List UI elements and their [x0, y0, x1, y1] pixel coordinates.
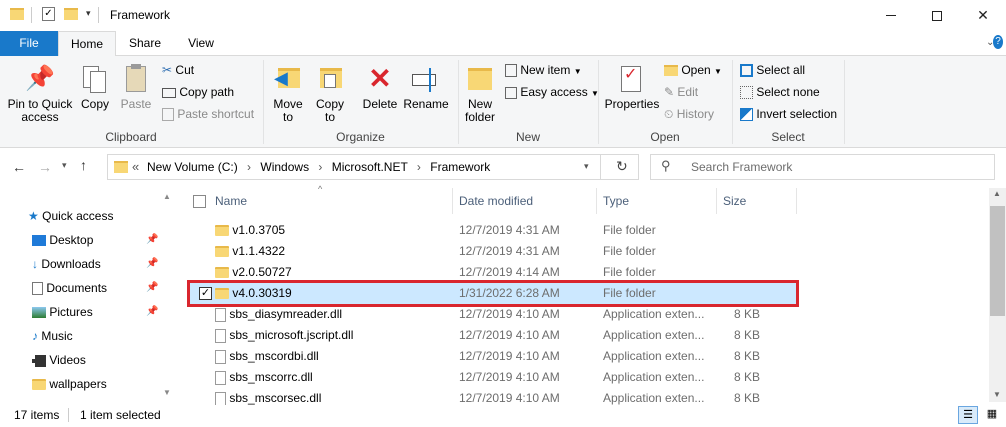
- scroll-down-icon[interactable]: ▼: [993, 390, 1001, 399]
- folder-icon: [215, 267, 229, 279]
- file-name: v4.0.30319: [232, 286, 292, 300]
- folder-icon: [215, 246, 229, 258]
- scroll-up-icon[interactable]: ▲: [993, 189, 1001, 198]
- item-count: 17 items: [14, 408, 60, 422]
- file-date: 12/7/2019 4:31 AM: [459, 223, 560, 237]
- dll-file-icon: [215, 328, 226, 343]
- file-type: Application exten...: [603, 349, 705, 363]
- file-name: sbs_mscorsec.dll: [229, 391, 322, 405]
- file-date: 12/7/2019 4:14 AM: [459, 265, 560, 279]
- dll-file-icon: [215, 349, 226, 364]
- file-type: File folder: [603, 244, 656, 258]
- file-row[interactable]: sbs_diasymreader.dll 12/7/2019 4:10 AM App…: [190, 304, 796, 325]
- file-date: 12/7/2019 4:31 AM: [459, 244, 560, 258]
- file-row[interactable]: ✓ v4.0.30319 1/31/2022 6:28 AM File folder: [187, 280, 799, 307]
- selected-count: 1 item selected: [80, 408, 161, 422]
- large-icons-view-icon[interactable]: ▦: [982, 406, 1002, 424]
- file-type: Application exten...: [603, 391, 705, 405]
- file-size: [720, 241, 760, 262]
- file-type: File folder: [603, 286, 656, 300]
- row-checkbox[interactable]: ✓: [199, 287, 212, 300]
- file-row[interactable]: sbs_microsoft.jscript.dll 12/7/2019 4:10 …: [190, 325, 796, 346]
- file-date: 12/7/2019 4:10 AM: [459, 370, 560, 384]
- folder-icon: [215, 225, 229, 237]
- file-date: 12/7/2019 4:10 AM: [459, 391, 560, 405]
- file-name: sbs_mscordbi.dll: [229, 349, 319, 363]
- status-bar: 17 items 1 item selected ☰ ▦: [0, 405, 1006, 427]
- file-name: sbs_mscorrc.dll: [229, 370, 313, 384]
- file-size: 8 KB: [733, 349, 760, 363]
- file-row[interactable]: v1.1.4322 12/7/2019 4:31 AM File folder: [190, 241, 796, 262]
- file-name: sbs_diasymreader.dll: [229, 307, 343, 321]
- dll-file-icon: [215, 391, 226, 405]
- file-size: [720, 220, 760, 241]
- file-name: sbs_microsoft.jscript.dll: [229, 328, 354, 342]
- file-row[interactable]: v1.0.3705 12/7/2019 4:31 AM File folder: [190, 220, 796, 241]
- details-view-icon[interactable]: ☰: [958, 406, 978, 424]
- scroll-thumb[interactable]: [990, 206, 1005, 316]
- file-row[interactable]: v2.0.50727 12/7/2019 4:14 AM File folder: [190, 262, 796, 283]
- file-date: 12/7/2019 4:10 AM: [459, 307, 560, 321]
- file-type: Application exten...: [603, 370, 705, 384]
- main-scrollbar[interactable]: ▲ ▼: [989, 188, 1006, 402]
- file-type: File folder: [603, 223, 656, 237]
- file-size: 8 KB: [733, 391, 760, 405]
- file-date: 12/7/2019 4:10 AM: [459, 328, 560, 342]
- file-type: File folder: [603, 265, 656, 279]
- dll-file-icon: [215, 307, 226, 322]
- folder-icon: [215, 288, 229, 300]
- file-type: Application exten...: [603, 328, 705, 342]
- file-row[interactable]: sbs_mscorrc.dll 12/7/2019 4:10 AM Applicat…: [190, 367, 796, 388]
- file-size: [720, 262, 760, 283]
- file-type: Application exten...: [603, 307, 705, 321]
- file-row[interactable]: sbs_mscordbi.dll 12/7/2019 4:10 AM Applica…: [190, 346, 796, 367]
- file-name: v1.1.4322: [232, 244, 286, 258]
- explorer-window: ✓ ▾ Framework ✕ File Home Share View ⌄ ?…: [0, 0, 1006, 427]
- file-list: v1.0.3705 12/7/2019 4:31 AM File folder v1…: [0, 0, 1006, 405]
- file-date: 12/7/2019 4:10 AM: [459, 349, 560, 363]
- dll-file-icon: [215, 370, 226, 385]
- file-name: v1.0.3705: [232, 223, 286, 237]
- file-size: 8 KB: [733, 307, 760, 321]
- file-row[interactable]: sbs_mscorsec.dll 12/7/2019 4:10 AM Applica…: [190, 388, 796, 405]
- file-size: 8 KB: [733, 370, 760, 384]
- file-size: 8 KB: [733, 328, 760, 342]
- file-name: v2.0.50727: [232, 265, 292, 279]
- file-size: [720, 283, 760, 304]
- divider: [68, 408, 69, 422]
- file-date: 1/31/2022 6:28 AM: [459, 286, 560, 300]
